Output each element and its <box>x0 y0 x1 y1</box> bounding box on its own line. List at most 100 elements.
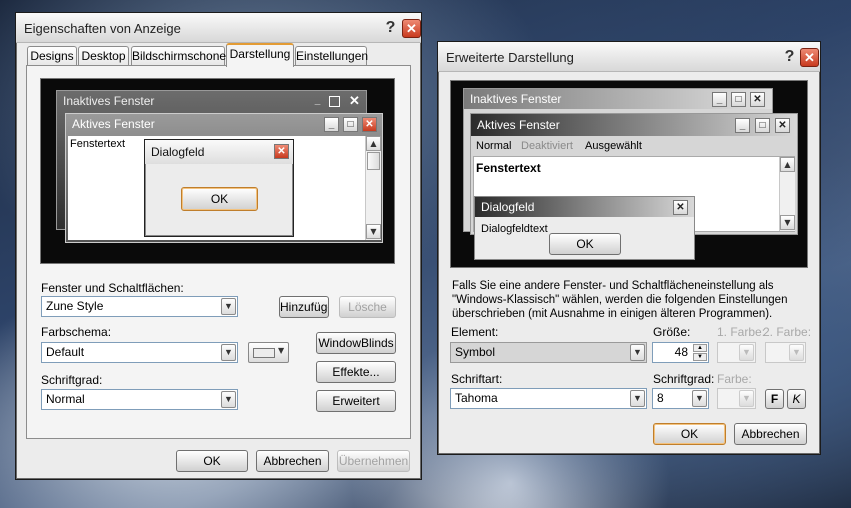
ok-button[interactable]: OK <box>176 450 248 472</box>
menu-item-disabled: Deaktiviert <box>521 140 573 152</box>
windows-buttons-value: Zune Style <box>46 299 104 313</box>
effects-button[interactable]: Effekte... <box>316 361 396 383</box>
tab-screensaver[interactable]: Bildschirmschoner <box>131 46 230 66</box>
chevron-down-icon[interactable]: ▼ <box>692 390 707 407</box>
minimize-icon: _ <box>735 118 750 133</box>
color-scheme-select[interactable]: Default ▼ <box>41 342 238 363</box>
ok-button[interactable]: OK <box>653 423 726 445</box>
maximize-icon: □ <box>755 118 770 133</box>
window-title: Erweiterte Darstellung <box>446 50 574 65</box>
preview-dialog-text: Dialogfeldtext <box>481 223 548 235</box>
font-color-picker[interactable]: ▼ <box>717 388 756 409</box>
maximize-icon: □ <box>731 92 746 107</box>
minimize-icon: _ <box>712 92 727 107</box>
color-picker-button[interactable]: ▼ <box>248 342 289 363</box>
help-icon[interactable]: ? <box>381 19 400 38</box>
preview-dialog: Dialogfeld ✕ Dialogfeldtext OK <box>474 196 695 260</box>
tab-desktop[interactable]: Desktop <box>78 46 129 66</box>
add-button[interactable]: Hinzufügen <box>279 296 329 318</box>
element-value: Symbol <box>455 345 496 359</box>
chevron-down-icon[interactable]: ▼ <box>630 344 645 361</box>
font-color-label: Farbe: <box>717 372 752 386</box>
preview-scrollbar: ▲ ▼ <box>779 157 795 231</box>
size-label: Größe: <box>653 325 691 339</box>
chevron-down-icon[interactable]: ▼ <box>630 390 645 407</box>
size-spinner[interactable]: 48 ▲ ▼ <box>652 342 709 363</box>
chevron-down-icon: ▼ <box>789 344 804 361</box>
preview-dialog-ok-button: OK <box>181 187 258 211</box>
scroll-down-icon: ▼ <box>366 224 381 239</box>
tab-appearance[interactable]: Darstellung <box>226 43 294 67</box>
scroll-up-icon: ▲ <box>780 157 795 172</box>
preview-window-text: Fenstertext <box>70 138 126 150</box>
chevron-down-icon[interactable]: ▼ <box>221 298 236 315</box>
font-size-label: Schriftgrad: <box>41 373 103 387</box>
color2-label: 2. Farbe: <box>763 325 812 339</box>
close-icon: ✕ <box>349 93 360 108</box>
apply-button[interactable]: Übernehmen <box>337 450 410 472</box>
advanced-button[interactable]: Erweitert <box>316 390 396 412</box>
scroll-down-icon: ▼ <box>780 215 795 230</box>
close-icon: ✕ <box>673 200 688 215</box>
info-text: Falls Sie eine andere Fenster- und Schal… <box>452 280 788 320</box>
italic-button[interactable]: K <box>787 389 806 409</box>
scroll-thumb <box>367 152 380 170</box>
preview-dialog-ok-button: OK <box>549 233 621 255</box>
color2-picker[interactable]: ▼ <box>765 342 806 363</box>
preview-scrollbar: ▲ ▼ <box>365 136 381 240</box>
size-value: 48 <box>674 345 688 359</box>
font-value: Tahoma <box>455 391 498 405</box>
element-select[interactable]: Symbol ▼ <box>450 342 647 363</box>
windows-buttons-select[interactable]: Zune Style ▼ <box>41 296 238 317</box>
spin-up-icon[interactable]: ▲ <box>693 344 707 352</box>
color1-label: 1. Farbe: <box>717 325 766 339</box>
color1-picker[interactable]: ▼ <box>717 342 756 363</box>
close-icon: ✕ <box>274 144 289 159</box>
cancel-button[interactable]: Abbrechen <box>256 450 329 472</box>
close-icon[interactable]: ✕ <box>800 48 819 67</box>
color-scheme-label: Farbschema: <box>41 325 112 339</box>
tab-designs[interactable]: Designs <box>27 46 77 66</box>
delete-button[interactable]: Lösche <box>339 296 396 318</box>
font-size-value: Normal <box>46 392 85 406</box>
chevron-down-icon: ▼ <box>739 390 754 407</box>
chevron-down-icon: ▼ <box>278 346 285 355</box>
font-size-select[interactable]: 8 ▼ <box>652 388 709 409</box>
font-select[interactable]: Tahoma ▼ <box>450 388 647 409</box>
preview-window-text: Fenstertext <box>476 161 541 175</box>
chevron-down-icon[interactable]: ▼ <box>221 344 236 361</box>
color-scheme-value: Default <box>46 345 85 359</box>
menu-item-selected: Ausgewählt <box>585 140 642 152</box>
chevron-down-icon: ▼ <box>739 344 754 361</box>
window-title: Eigenschaften von Anzeige <box>24 21 181 36</box>
preview-dialog-title: Dialogfeld <box>475 197 694 217</box>
tab-settings[interactable]: Einstellungen <box>295 46 368 66</box>
font-size-label: Schriftgrad: <box>653 372 715 386</box>
font-size-select[interactable]: Normal ▼ <box>41 389 238 410</box>
maximize-icon <box>329 96 340 107</box>
close-icon: ✕ <box>362 117 377 132</box>
windows-buttons-label: Fenster und Schaltflächen: <box>41 281 184 295</box>
element-label: Element: <box>451 325 499 339</box>
title-bar[interactable]: Erweiterte Darstellung ? ✕ <box>438 42 820 72</box>
maximize-icon: □ <box>343 117 358 132</box>
minimize-icon: _ <box>314 95 321 106</box>
preview-dialog: Dialogfeld ✕ OK <box>144 139 294 237</box>
title-bar[interactable]: Eigenschaften von Anzeige ? ✕ <box>16 13 421 43</box>
spin-down-icon[interactable]: ▼ <box>693 353 707 361</box>
windowblinds-button[interactable]: WindowBlinds <box>316 332 396 354</box>
bold-button[interactable]: F <box>765 389 784 409</box>
menu-item-normal: Normal <box>476 140 512 152</box>
cancel-button[interactable]: Abbrechen <box>734 423 807 445</box>
scroll-up-icon: ▲ <box>366 136 381 151</box>
minimize-icon: _ <box>324 117 339 132</box>
close-icon: ✕ <box>750 92 765 107</box>
close-icon[interactable]: ✕ <box>402 19 421 38</box>
preview-dialog-title: Dialogfeld <box>145 140 293 164</box>
font-size-value: 8 <box>657 391 664 405</box>
help-icon[interactable]: ? <box>780 48 799 67</box>
color-swatch <box>253 348 275 358</box>
chevron-down-icon[interactable]: ▼ <box>221 391 236 408</box>
font-label: Schriftart: <box>451 372 503 386</box>
close-icon: ✕ <box>775 118 790 133</box>
